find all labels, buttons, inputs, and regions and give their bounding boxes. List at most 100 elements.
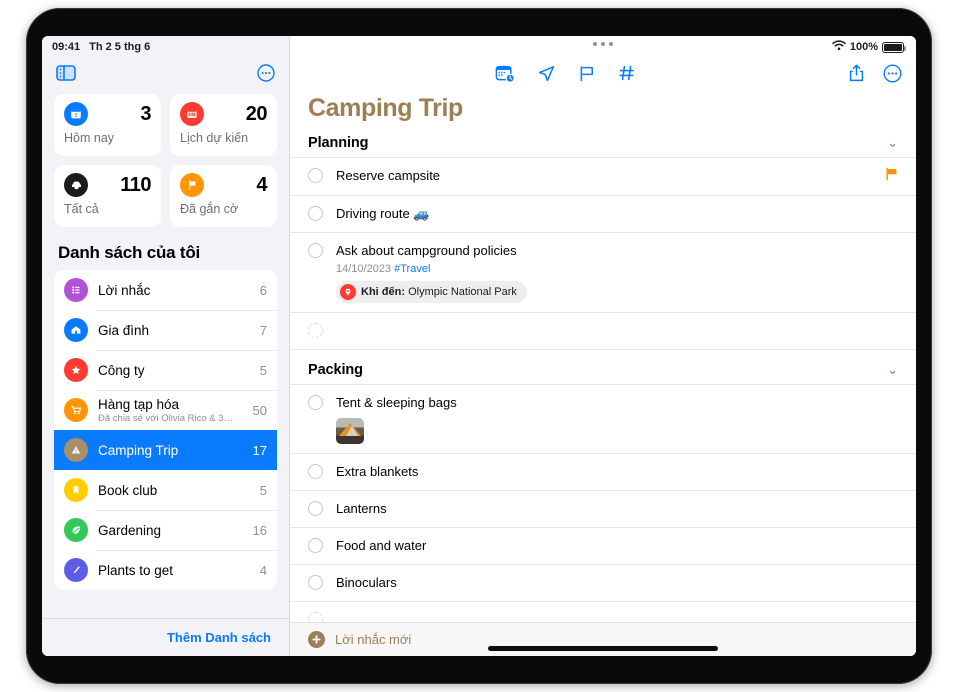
sidebar-item-cong-ty[interactable]: Công ty 5 xyxy=(54,350,277,390)
location-chip-prefix: Khi đến: xyxy=(361,286,405,298)
plus-circle-icon xyxy=(308,631,325,648)
task-due-date: 14/10/2023 xyxy=(336,263,392,275)
add-list-button[interactable]: Thêm Danh sách xyxy=(167,630,271,645)
sidebar-item-label: Plants to get xyxy=(98,562,174,578)
multitask-handle[interactable] xyxy=(593,42,613,46)
flag-icon xyxy=(180,173,204,197)
inbox-all-icon xyxy=(64,173,88,197)
house-icon xyxy=(64,318,88,342)
task-body: Tent & sleeping bags xyxy=(336,394,898,444)
location-chip-text: Khi đến: Olympic National Park xyxy=(361,286,517,298)
task-location-chip[interactable]: Khi đến: Olympic National Park xyxy=(336,281,527,303)
sidebar-toolbar xyxy=(42,36,289,88)
main-more-options-icon[interactable] xyxy=(883,63,902,83)
home-indicator[interactable] xyxy=(488,646,718,651)
smart-list-label: Lịch dự kiến xyxy=(180,131,249,145)
section-title: Packing xyxy=(308,362,363,378)
task-title: Lanterns xyxy=(336,501,387,516)
sidebar-item-shared-subtitle: Đã chia sẻ với Olivia Rico & 3… xyxy=(98,412,234,424)
task-body: Lanterns xyxy=(336,500,898,518)
my-lists-container: Lời nhắc 6 Gia đình 7 Công ty 5 Hàng tạp… xyxy=(42,270,289,618)
task-checkbox[interactable] xyxy=(308,206,323,221)
task-row[interactable]: Driving route 🚙 xyxy=(290,196,916,233)
task-title: Ask about campground policies xyxy=(336,243,517,258)
smart-list-flagged[interactable]: 4 Đã gắn cờ xyxy=(170,165,277,227)
smart-list-label: Tất cả xyxy=(64,202,99,216)
battery-full-icon xyxy=(882,41,906,53)
smart-list-count: 3 xyxy=(140,102,151,125)
task-row[interactable]: Lanterns xyxy=(290,491,916,528)
sidebar: 09:41 Th 2 5 thg 6 5 3 Hôm nay 20 Lịch d… xyxy=(42,36,290,656)
task-checkbox[interactable] xyxy=(308,395,323,410)
add-reminder-label: Lời nhắc mới xyxy=(335,632,412,647)
task-row-empty[interactable] xyxy=(290,313,916,350)
task-attachment-thumbnail[interactable] xyxy=(336,418,364,444)
task-checkbox[interactable] xyxy=(308,575,323,590)
task-checkbox[interactable] xyxy=(308,464,323,479)
sidebar-item-label: Gia đình xyxy=(98,322,150,338)
task-row[interactable]: Reserve campsite xyxy=(290,158,916,196)
task-title: Reserve campsite xyxy=(336,168,441,183)
share-icon[interactable] xyxy=(848,63,865,83)
section-title: Planning xyxy=(308,135,369,151)
task-tag[interactable]: #Travel xyxy=(394,263,430,275)
sidebar-item-plants-to-get[interactable]: Plants to get 4 xyxy=(54,550,277,590)
task-title xyxy=(336,323,340,338)
status-bar-right: 100% xyxy=(832,36,906,58)
location-pin-icon xyxy=(340,284,356,300)
sidebar-item-book-club[interactable]: Book club 5 xyxy=(54,470,277,510)
chevron-down-icon[interactable]: ⌄ xyxy=(887,362,898,378)
task-checkbox[interactable] xyxy=(308,243,323,258)
bulleted-list-icon xyxy=(64,278,88,302)
section-header-planning: Planning ⌄ xyxy=(290,129,916,158)
task-body xyxy=(336,322,898,340)
task-row-empty[interactable] xyxy=(290,602,916,622)
sidebar-item-camping-trip[interactable]: Camping Trip 17 xyxy=(54,430,277,470)
sidebar-item-label: Book club xyxy=(98,482,158,498)
sidebar-toggle-icon[interactable] xyxy=(56,65,76,81)
location-chip-value: Olympic National Park xyxy=(408,286,517,298)
my-lists-heading: Danh sách của tôi xyxy=(58,243,201,262)
task-checkbox[interactable] xyxy=(308,501,323,516)
task-row[interactable]: Tent & sleeping bags xyxy=(290,385,916,454)
task-checkbox[interactable] xyxy=(308,168,323,183)
sidebar-item-label: Công ty xyxy=(98,362,145,378)
task-checkbox[interactable] xyxy=(308,323,323,338)
task-checkbox[interactable] xyxy=(308,538,323,553)
sidebar-item-count: 50 xyxy=(252,402,267,418)
sidebar-item-count: 4 xyxy=(259,562,267,578)
sidebar-more-options-icon[interactable] xyxy=(257,64,275,82)
task-body: Ask about campground policies 14/10/2023… xyxy=(336,242,898,303)
location-arrow-icon[interactable] xyxy=(537,64,556,83)
task-row[interactable]: Food and water xyxy=(290,528,916,565)
chevron-down-icon[interactable]: ⌄ xyxy=(887,135,898,151)
sidebar-item-label: Lời nhắc xyxy=(98,282,151,298)
task-row[interactable]: Binoculars xyxy=(290,565,916,602)
calendar-badge-icon[interactable] xyxy=(495,64,515,83)
sidebar-item-gia-dinh[interactable]: Gia đình 7 xyxy=(54,310,277,350)
paintbrush-icon xyxy=(64,558,88,582)
task-row[interactable]: Ask about campground policies 14/10/2023… xyxy=(290,233,916,313)
task-flag-icon[interactable] xyxy=(875,167,898,186)
my-lists: Lời nhắc 6 Gia đình 7 Công ty 5 Hàng tạp… xyxy=(54,270,277,590)
sidebar-item-count: 5 xyxy=(259,482,267,498)
sidebar-item-hang-tap-hoa[interactable]: Hàng tạp hóa Đã chia sẻ với Olivia Rico … xyxy=(54,390,277,430)
smart-list-count: 110 xyxy=(120,173,151,196)
sidebar-item-count: 17 xyxy=(252,442,267,458)
battery-percent-label: 100% xyxy=(849,41,878,53)
smart-list-all[interactable]: 110 Tất cả xyxy=(54,165,161,227)
task-title: Tent & sleeping bags xyxy=(336,395,457,410)
smart-list-today[interactable]: 5 3 Hôm nay xyxy=(54,94,161,156)
hashtag-icon[interactable] xyxy=(618,64,636,82)
task-checkbox[interactable] xyxy=(308,612,323,622)
task-title: Extra blankets xyxy=(336,464,419,479)
smart-list-scheduled[interactable]: 20 Lịch dự kiến xyxy=(170,94,277,156)
ipad-screen: 09:41 Th 2 5 thg 6 5 3 Hôm nay 20 Lịch d… xyxy=(42,36,916,656)
task-body: Food and water xyxy=(336,537,898,555)
task-meta: 14/10/2023 #Travel xyxy=(336,263,898,275)
sidebar-item-gardening[interactable]: Gardening 16 xyxy=(54,510,277,550)
task-row[interactable]: Extra blankets xyxy=(290,454,916,491)
sidebar-item-label: Hàng tạp hóa Đã chia sẻ với Olivia Rico … xyxy=(98,397,245,424)
sidebar-item-loi-nhac[interactable]: Lời nhắc 6 xyxy=(54,270,277,310)
flag-outline-icon[interactable] xyxy=(578,64,596,83)
